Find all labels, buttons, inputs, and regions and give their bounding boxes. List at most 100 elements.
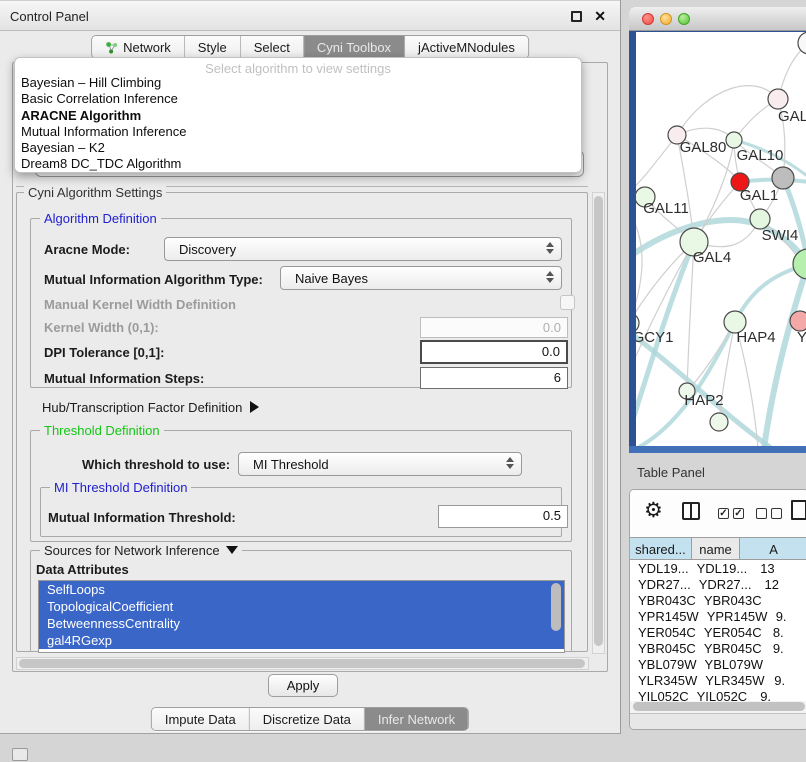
table-cell: YIL052C (689, 689, 748, 701)
table-header-row: shared...nameA (630, 537, 806, 560)
table-row[interactable]: YIL052CYIL052C9. (630, 689, 806, 701)
gear-icon[interactable]: ⚙ (644, 498, 663, 523)
table-cell: YPR145W (699, 609, 763, 625)
attribute-item[interactable]: TopologicalCoefficient (39, 598, 564, 615)
manual-kernel-checkbox[interactable] (560, 295, 575, 310)
network-node-top-partial[interactable] (798, 32, 806, 54)
data-attributes-list[interactable]: SelfLoopsTopologicalCoefficientBetweenne… (38, 580, 565, 653)
tab-impute-data[interactable]: Impute Data (152, 708, 250, 730)
which-threshold-combo[interactable]: MI Threshold (238, 452, 522, 476)
settings-vertical-scrollbar[interactable] (592, 192, 605, 654)
table-cell: YLR345W (630, 673, 697, 689)
table-row[interactable]: YBR043CYBR043C (630, 593, 806, 609)
tab-style[interactable]: Style (185, 36, 241, 58)
attribute-item[interactable]: BetweennessCentrality (39, 615, 564, 632)
mi-type-combo[interactable]: Naive Bayes (280, 266, 562, 290)
settings-horizontal-scrollbar[interactable] (16, 657, 589, 670)
table-row[interactable]: YER054CYER054C8. (630, 625, 806, 641)
expand-right-icon (250, 401, 259, 413)
network-node-gal-pink-top[interactable] (768, 89, 788, 109)
column-header-3[interactable]: A (740, 538, 806, 559)
tab-select[interactable]: Select (241, 36, 304, 58)
algorithm-option[interactable]: Mutual Information Inference (15, 124, 581, 140)
table-row[interactable]: YBL079WYBL079W (630, 657, 806, 673)
network-window-titlebar (629, 7, 806, 31)
algorithm-dropdown-popup: Select algorithm to view settings Bayesi… (14, 57, 582, 173)
table-cell: 9. (761, 673, 806, 689)
float-icon[interactable] (571, 11, 582, 22)
expand-down-icon (226, 546, 238, 554)
mi-threshold-input[interactable]: 0.5 (438, 505, 568, 528)
algorithm-option[interactable]: Basic Correlation Inference (15, 91, 581, 107)
network-node-gal10[interactable] (726, 132, 742, 148)
table-row[interactable]: YDL19...YDL19...13 (630, 561, 806, 577)
split-columns-icon[interactable] (682, 502, 700, 520)
table-cell (761, 657, 806, 673)
data-attributes-label: Data Attributes (36, 562, 129, 577)
network-view-window: GALGAL80GAL10GAL1GAL11SWI4GAL4GCY1HAP4YH… (629, 7, 806, 453)
tab-discretize-data[interactable]: Discretize Data (250, 708, 365, 730)
tab-cyni-toolbox[interactable]: Cyni Toolbox (304, 36, 405, 58)
table-row[interactable]: YPR145WYPR145W9. (630, 609, 806, 625)
table-cell (760, 593, 806, 609)
table-horizontal-scrollbar[interactable] (630, 701, 806, 713)
network-node-bottom-partial[interactable] (710, 413, 728, 431)
zoom-traffic-icon[interactable] (678, 13, 690, 25)
network-node-gray-node[interactable] (772, 167, 794, 189)
table-cell: YBR045C (630, 641, 696, 657)
node-label-y: Y (797, 329, 806, 346)
mi-type-label: Mutual Information Algorithm Type: (44, 272, 263, 287)
table-row[interactable]: YBR045CYBR045C9. (630, 641, 806, 657)
aracne-mode-combo[interactable]: Discovery (164, 237, 562, 261)
table-cell: YDR27... (691, 577, 752, 593)
table-cell: YER054C (696, 625, 760, 641)
table-cell: 9. (763, 609, 806, 625)
mi-steps-input[interactable]: 6 (420, 367, 568, 389)
list-scrollbar[interactable] (551, 583, 561, 631)
column-header-1[interactable]: shared... (630, 538, 692, 559)
apply-button[interactable]: Apply (268, 674, 338, 697)
checked-column-icon[interactable]: ✓ (733, 508, 744, 519)
close-traffic-icon[interactable] (642, 13, 654, 25)
tab-network[interactable]: Network (92, 36, 185, 58)
popup-placeholder: Select algorithm to view settings (15, 58, 581, 75)
close-icon[interactable]: ✕ (594, 8, 606, 25)
window-border (629, 446, 806, 453)
attribute-item[interactable]: gal4RGexp (39, 632, 564, 649)
kernel-width-input[interactable]: 0.0 (420, 317, 568, 338)
sources-toggle[interactable]: Sources for Network Inference (40, 543, 242, 558)
table-window-footer (630, 713, 806, 729)
mi-threshold-label: Mutual Information Threshold: (48, 510, 236, 525)
algorithm-option[interactable]: Dream8 DC_TDC Algorithm (15, 156, 581, 172)
minimize-traffic-icon[interactable] (660, 13, 672, 25)
network-canvas[interactable]: GALGAL80GAL10GAL1GAL11SWI4GAL4GCY1HAP4YH… (636, 32, 806, 448)
minimized-panel-icon[interactable] (12, 748, 28, 761)
algorithm-option[interactable]: Bayesian – K2 (15, 140, 581, 156)
network-node-pink-right[interactable] (790, 311, 806, 331)
table-cell: 8. (760, 625, 806, 641)
table-panel-title: Table Panel (637, 465, 705, 480)
tab-label: Select (254, 40, 290, 55)
tab-infer-network[interactable]: Infer Network (365, 708, 468, 730)
table-row[interactable]: YLR345WYLR345W9. (630, 673, 806, 689)
table-cell: 9. (760, 641, 806, 657)
table-body: YDL19...YDL19...13YDR27...YDR27...12YBR0… (630, 561, 806, 701)
node-label-gal80: GAL80 (680, 139, 727, 156)
tab-jactivemnodules[interactable]: jActiveMNodules (405, 36, 528, 58)
which-threshold-label: Which threshold to use: (82, 457, 230, 472)
hub-definition-toggle[interactable]: Hub/Transcription Factor Definition (42, 400, 259, 415)
node-label-gal11: GAL11 (643, 200, 689, 217)
attribute-item[interactable]: SelfLoops (39, 581, 564, 598)
node-label-swi4: SWI4 (762, 227, 799, 244)
aracne-mode-label: Aracne Mode: (44, 242, 130, 257)
table-row[interactable]: YDR27...YDR27...12 (630, 577, 806, 593)
checked-column-icon[interactable]: ✓ (718, 508, 729, 519)
column-header-2[interactable]: name (692, 538, 740, 559)
network-node-gal1[interactable] (750, 209, 770, 229)
unchecked-column-icon[interactable] (771, 508, 782, 519)
algorithm-option[interactable]: ARACNE Algorithm (15, 108, 581, 124)
algorithm-option[interactable]: Bayesian – Hill Climbing (15, 75, 581, 91)
dpi-tolerance-input[interactable]: 0.0 (420, 340, 568, 364)
unchecked-column-icon[interactable] (756, 508, 767, 519)
page-icon[interactable] (791, 500, 806, 520)
